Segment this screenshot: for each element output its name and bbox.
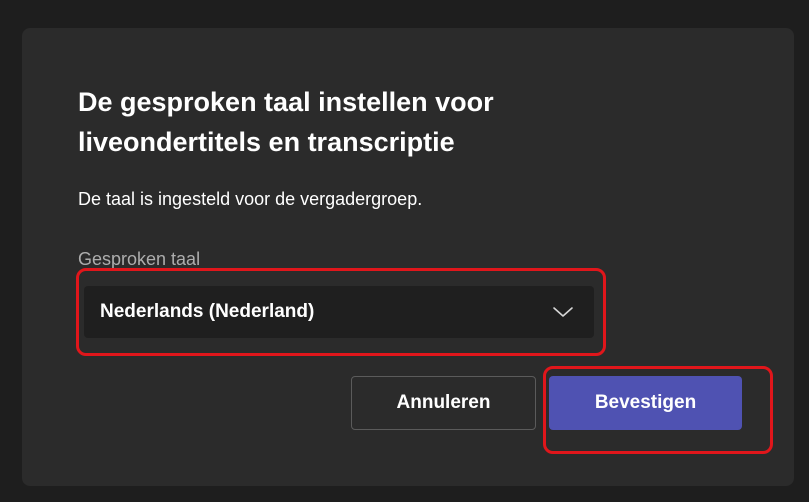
dialog-description: De taal is ingesteld voor de vergadergro… [78,189,423,209]
spoken-language-dropdown[interactable]: Nederlands (Nederland) [84,286,594,338]
spoken-language-label: Gesproken taal [78,249,201,269]
screenshot-frame: De gesproken taal instellen voor liveond… [0,0,809,502]
selected-language-value: Nederlands (Nederland) [100,301,315,322]
confirm-button[interactable]: Bevestigen [549,376,742,430]
dialog-title: De gesproken taal instellen voor liveond… [78,87,494,157]
cancel-button[interactable]: Annuleren [351,376,536,430]
chevron-down-icon [553,307,573,317]
